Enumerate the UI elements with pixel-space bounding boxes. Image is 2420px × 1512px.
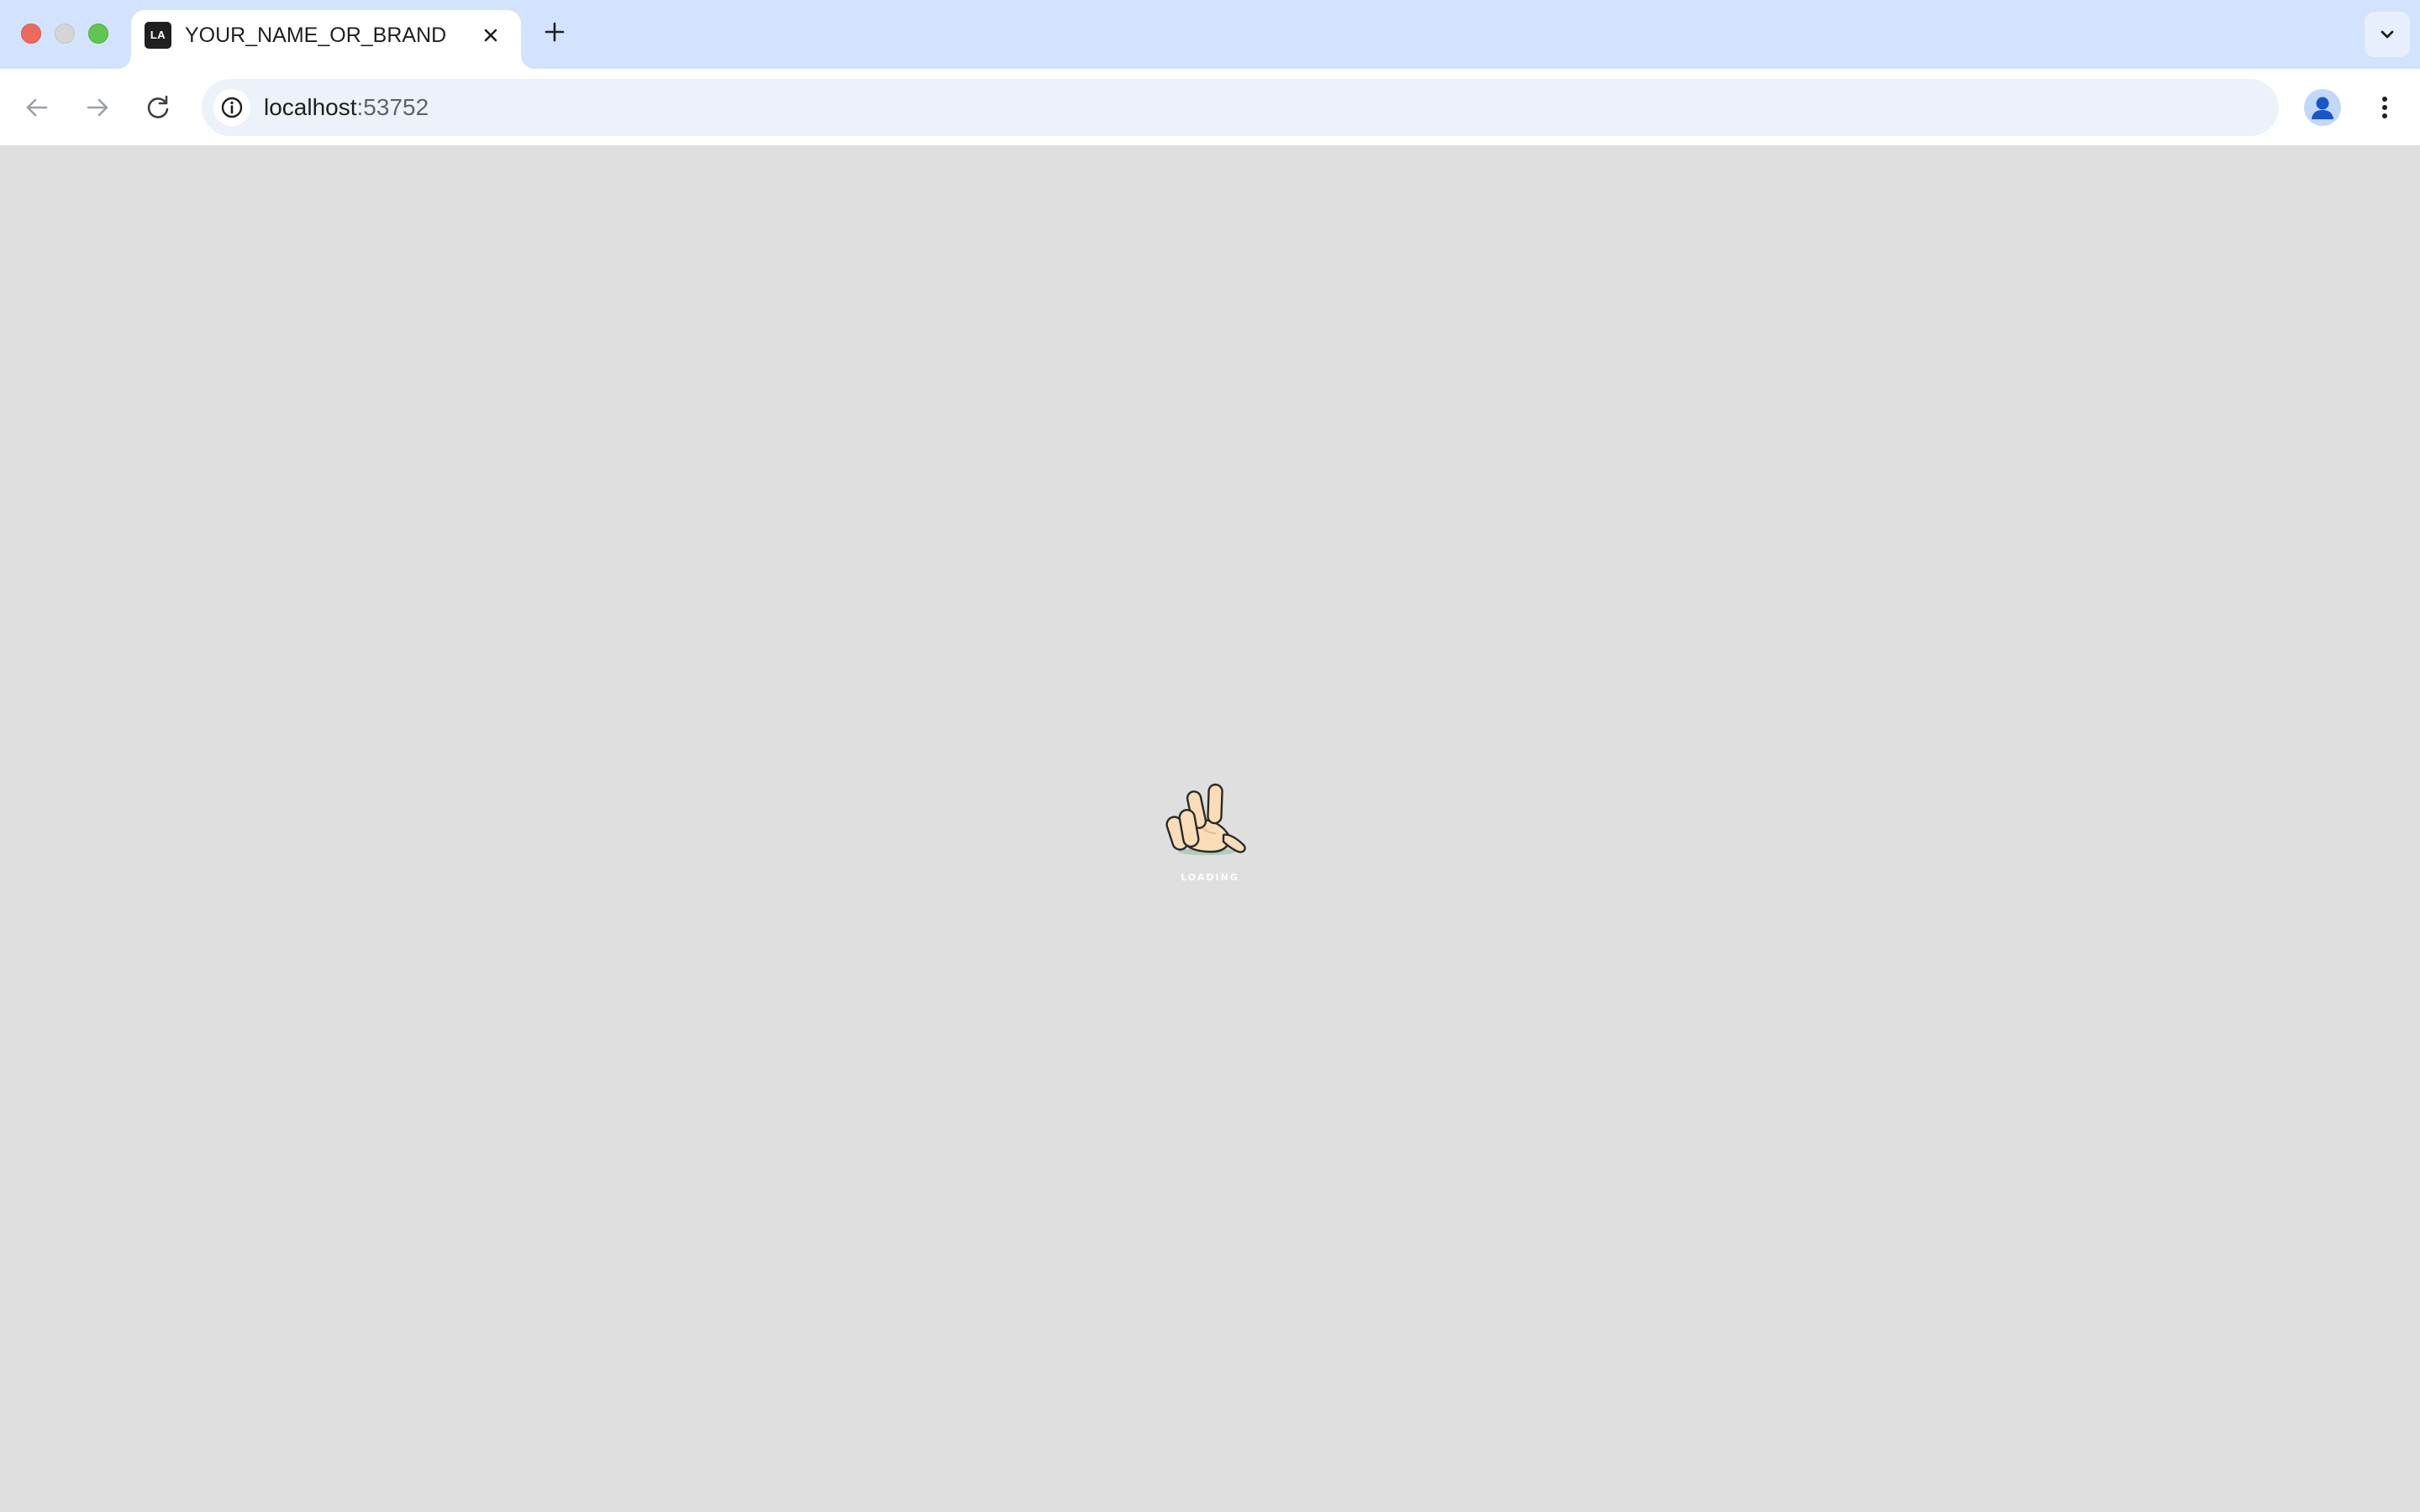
plus-icon: [544, 22, 565, 42]
tab-favicon: LA: [145, 22, 171, 49]
tab-strip: LA YOUR_NAME_OR_BRAND: [0, 0, 2420, 69]
loading-indicator: LOADING: [1156, 768, 1264, 885]
window-close-button[interactable]: [21, 24, 41, 44]
browser-toolbar: localhost:53752: [0, 69, 2420, 146]
back-button[interactable]: [20, 91, 54, 124]
reload-icon: [147, 95, 169, 118]
avatar-icon: [2312, 97, 2333, 119]
page-content: LOADING: [0, 146, 2420, 1512]
browser-menu-button[interactable]: [2368, 91, 2402, 124]
window-minimize-button[interactable]: [55, 24, 75, 44]
url-host: localhost: [264, 94, 357, 120]
arrow-right-icon: [87, 98, 108, 117]
profile-button[interactable]: [2304, 89, 2341, 126]
info-icon: [221, 97, 243, 118]
new-tab-button[interactable]: [541, 18, 568, 45]
chevron-down-icon: [2381, 30, 2394, 39]
reload-button[interactable]: [141, 91, 175, 124]
close-icon: [484, 29, 497, 42]
arrow-left-icon: [26, 98, 48, 117]
tab-active[interactable]: LA YOUR_NAME_OR_BRAND: [131, 10, 521, 69]
loading-text: LOADING: [1181, 872, 1239, 883]
forward-button[interactable]: [81, 91, 114, 124]
kebab-menu-icon: [2382, 97, 2387, 118]
tab-title: YOUR_NAME_OR_BRAND: [185, 24, 447, 47]
url-port: :53752: [356, 94, 429, 120]
hand-icon: [1165, 783, 1246, 855]
site-info-button[interactable]: [213, 89, 250, 126]
tab-close-button[interactable]: [477, 22, 504, 49]
window-maximize-button[interactable]: [88, 24, 108, 44]
url-text[interactable]: localhost:53752: [264, 79, 429, 136]
address-bar[interactable]: localhost:53752: [202, 79, 2279, 136]
tab-search-button[interactable]: [2365, 12, 2410, 57]
